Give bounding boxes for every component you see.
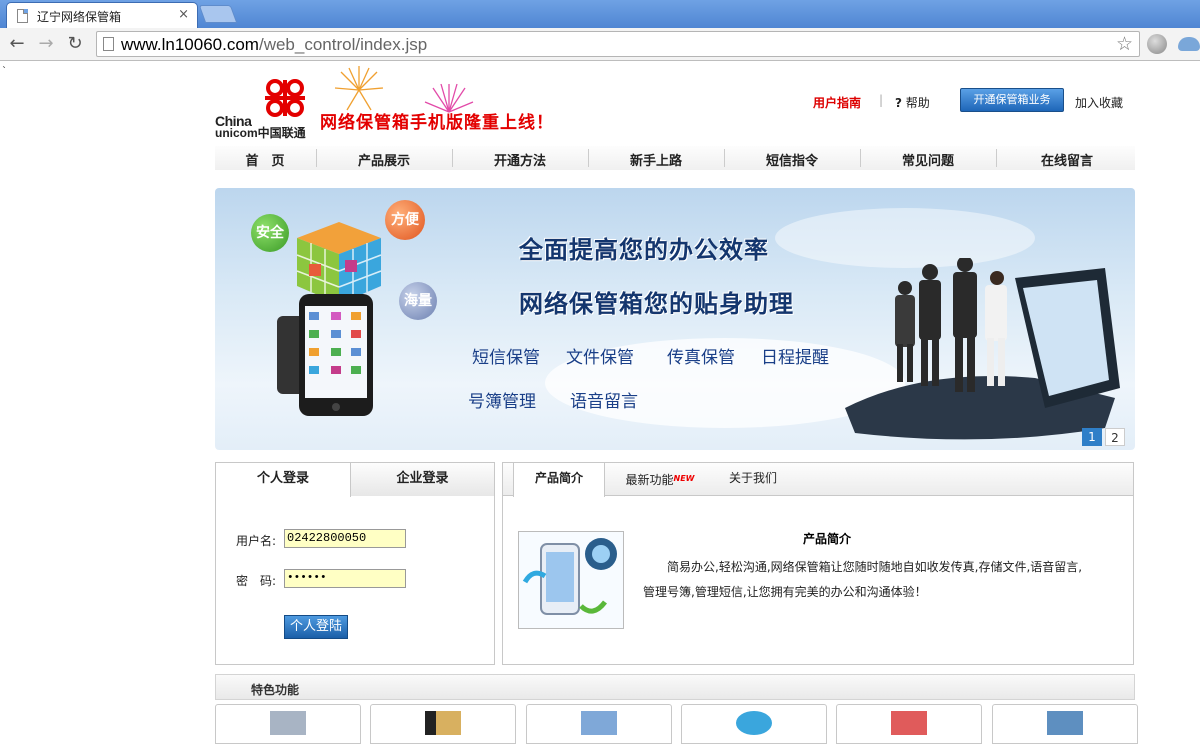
tab-title: 辽宁网络保管箱 [37, 10, 122, 24]
new-tab-button[interactable] [198, 5, 238, 23]
browser-toolbar: ← → ↻ www.ln10060.com/web_control/index.… [0, 28, 1200, 61]
info-description: 简易办公,轻松沟通,网络保管箱让您随时随地自如收发传真,存储文件,语音留言,管理… [643, 560, 1083, 599]
tab-about-us[interactable]: 关于我们 [713, 463, 793, 496]
nav-home[interactable]: 首 页 [197, 150, 333, 169]
nav-message[interactable]: 在线留言 [999, 150, 1135, 169]
banner-headline-2: 网络保管箱您的贴身助理 [519, 289, 794, 318]
main-navigation: 首 页 产品展示 开通方法 新手上路 短信指令 常见问题 在线留言 [215, 146, 1135, 170]
feature-card-sms[interactable] [992, 704, 1138, 744]
banner-page-1[interactable]: 1 [1082, 428, 1102, 446]
password-field[interactable]: •••••• [284, 569, 406, 588]
nav-products[interactable]: 产品展示 [316, 150, 452, 169]
feature-card-voice[interactable] [370, 704, 516, 744]
personal-login-button[interactable]: 个人登陆 [284, 615, 348, 639]
sms-icon [1047, 711, 1083, 735]
help-link[interactable]: ? 帮助 [895, 94, 930, 111]
mobile-launch-slogan: 网络保管箱手机版隆重上线！ [320, 113, 554, 133]
logo-unicom-text: unicom中国联通 [215, 126, 306, 140]
tab-personal-login[interactable]: 个人登录 [216, 463, 351, 497]
convenient-bubble: 方便 [385, 200, 425, 240]
username-label: 用户名: [236, 534, 277, 548]
close-icon[interactable]: × [178, 7, 189, 22]
safe-bubble: 安全 [251, 214, 289, 252]
banner-headline-1: 全面提高您的办公效率 [519, 235, 769, 264]
promo-banner[interactable]: 安全 方便 海量 全面提高您的办公效率 网络保管箱您的贴身助理 短信保管 文件保… [215, 188, 1135, 450]
music-icon [736, 711, 772, 735]
product-info-panel: 产品简介 最新功能NEW 关于我们 产品简介 简易办公,轻松沟通,网络保管箱让您… [502, 462, 1134, 665]
link-separator: | [879, 93, 884, 107]
china-unicom-logo[interactable]: China unicom中国联通 [215, 74, 317, 140]
feature-contacts: 号簿管理 [468, 392, 536, 412]
voice-pen-icon [425, 711, 461, 735]
page-icon [103, 37, 114, 51]
feature-fax: 传真保管 [667, 348, 735, 368]
feature-schedule: 日程提醒 [761, 348, 829, 368]
featured-functions-bar: 特色功能 [215, 674, 1135, 700]
back-arrow-icon[interactable]: ← [6, 32, 28, 56]
url-text[interactable]: www.ln10060.com/web_control/index.jsp [121, 35, 427, 55]
business-people-illustration [845, 258, 1120, 440]
browser-tab-bar: 辽宁网络保管箱 × [0, 0, 1200, 28]
feature-card-files[interactable] [526, 704, 672, 744]
unicom-knot-icon [265, 79, 305, 117]
new-badge: NEW [673, 474, 695, 483]
browser-tab[interactable]: 辽宁网络保管箱 × [6, 2, 198, 28]
contacts-icon [891, 711, 927, 735]
cloud-extension-icon[interactable] [1178, 37, 1200, 51]
nav-faq[interactable]: 常见问题 [860, 150, 996, 169]
banner-page-2[interactable]: 2 [1105, 428, 1125, 446]
info-tabs: 产品简介 最新功能NEW 关于我们 [503, 463, 1133, 497]
user-guide-link[interactable]: 用户指南 [813, 94, 861, 111]
username-field[interactable]: 02422800050 [284, 529, 406, 548]
nav-sms-commands[interactable]: 短信指令 [724, 150, 860, 169]
add-favorite-link[interactable]: 加入收藏 [1075, 94, 1123, 111]
feature-files: 文件保管 [566, 348, 634, 368]
tab-new-features[interactable]: 最新功能NEW [615, 463, 705, 496]
globe-extension-icon[interactable] [1147, 34, 1167, 54]
tab-enterprise-login[interactable]: 企业登录 [351, 463, 494, 496]
massive-bubble: 海量 [399, 282, 437, 320]
featured-functions-title: 特色功能 [251, 683, 300, 697]
fax-icon [270, 711, 306, 735]
smartphone-icon [522, 538, 617, 615]
reload-icon[interactable]: ↻ [64, 32, 86, 56]
feature-card-contacts[interactable] [836, 704, 982, 744]
stray-mark: ` [2, 66, 7, 77]
feature-card-music[interactable] [681, 704, 827, 744]
open-service-button[interactable]: 开通保管箱业务 [960, 88, 1064, 112]
address-bar[interactable]: www.ln10060.com/web_control/index.jsp ☆ [96, 31, 1140, 57]
info-title: 产品简介 [803, 532, 852, 546]
page-icon [17, 9, 28, 23]
feature-voicemail: 语音留言 [570, 392, 638, 412]
login-tabs: 个人登录 企业登录 [216, 463, 494, 497]
tab-product-intro[interactable]: 产品简介 [513, 463, 605, 497]
folder-icon [581, 711, 617, 735]
bookmark-star-icon[interactable]: ☆ [1116, 33, 1133, 55]
login-panel: 个人登录 企业登录 用户名: 02422800050 密 码: •••••• 个… [215, 462, 495, 665]
feature-card-fax[interactable] [215, 704, 361, 744]
product-thumbnail [518, 531, 624, 629]
nav-divider [996, 149, 997, 167]
password-label: 密 码: [236, 574, 277, 588]
feature-sms: 短信保管 [472, 348, 540, 368]
nav-how-to-open[interactable]: 开通方法 [452, 150, 588, 169]
forward-arrow-icon[interactable]: → [35, 32, 57, 56]
phone-icon [277, 294, 373, 416]
nav-getting-started[interactable]: 新手上路 [588, 150, 724, 169]
help-icon: ? [895, 96, 902, 110]
